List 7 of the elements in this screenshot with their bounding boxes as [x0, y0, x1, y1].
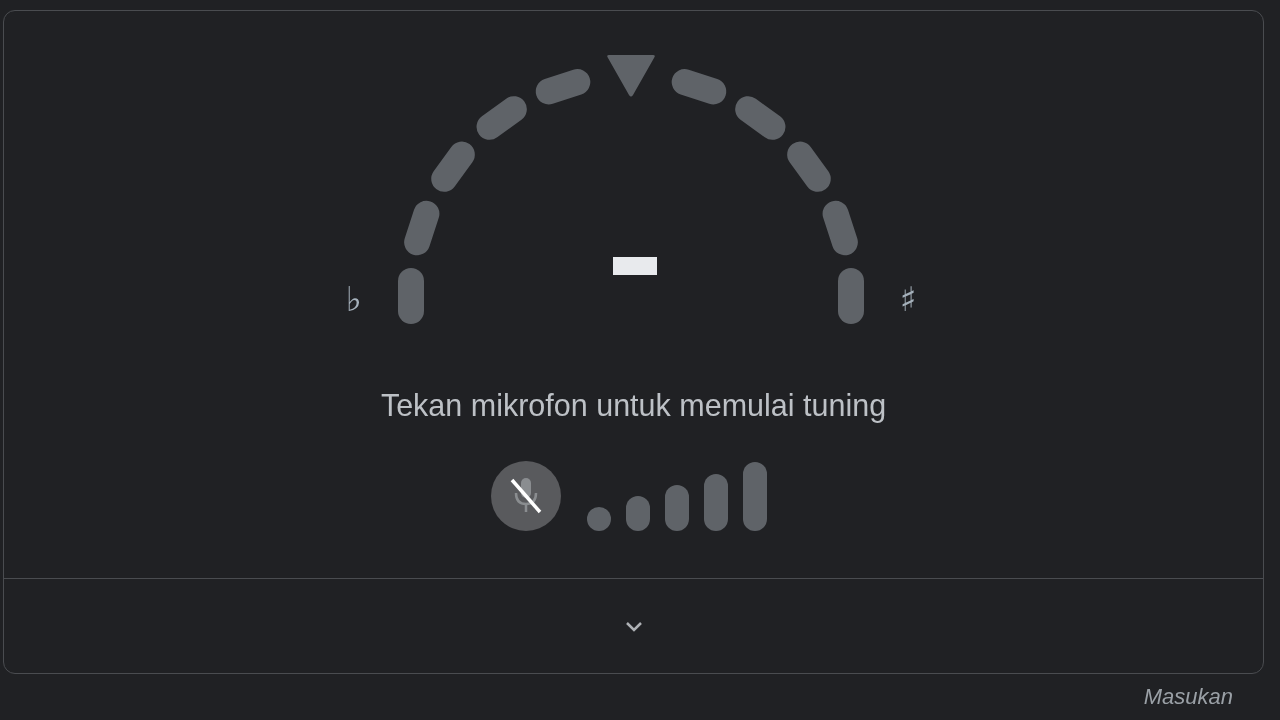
sharp-symbol: ♯: [899, 282, 917, 316]
chevron-down-icon: [624, 620, 643, 632]
instruction-text: Tekan mikrofon untuk memulai tuning: [380, 387, 887, 423]
flat-symbol: ♭: [345, 282, 362, 316]
volume-bars-icon: [587, 461, 768, 531]
feedback-link[interactable]: Masukan: [1143, 684, 1233, 710]
note-placeholder-bar: [612, 257, 657, 275]
